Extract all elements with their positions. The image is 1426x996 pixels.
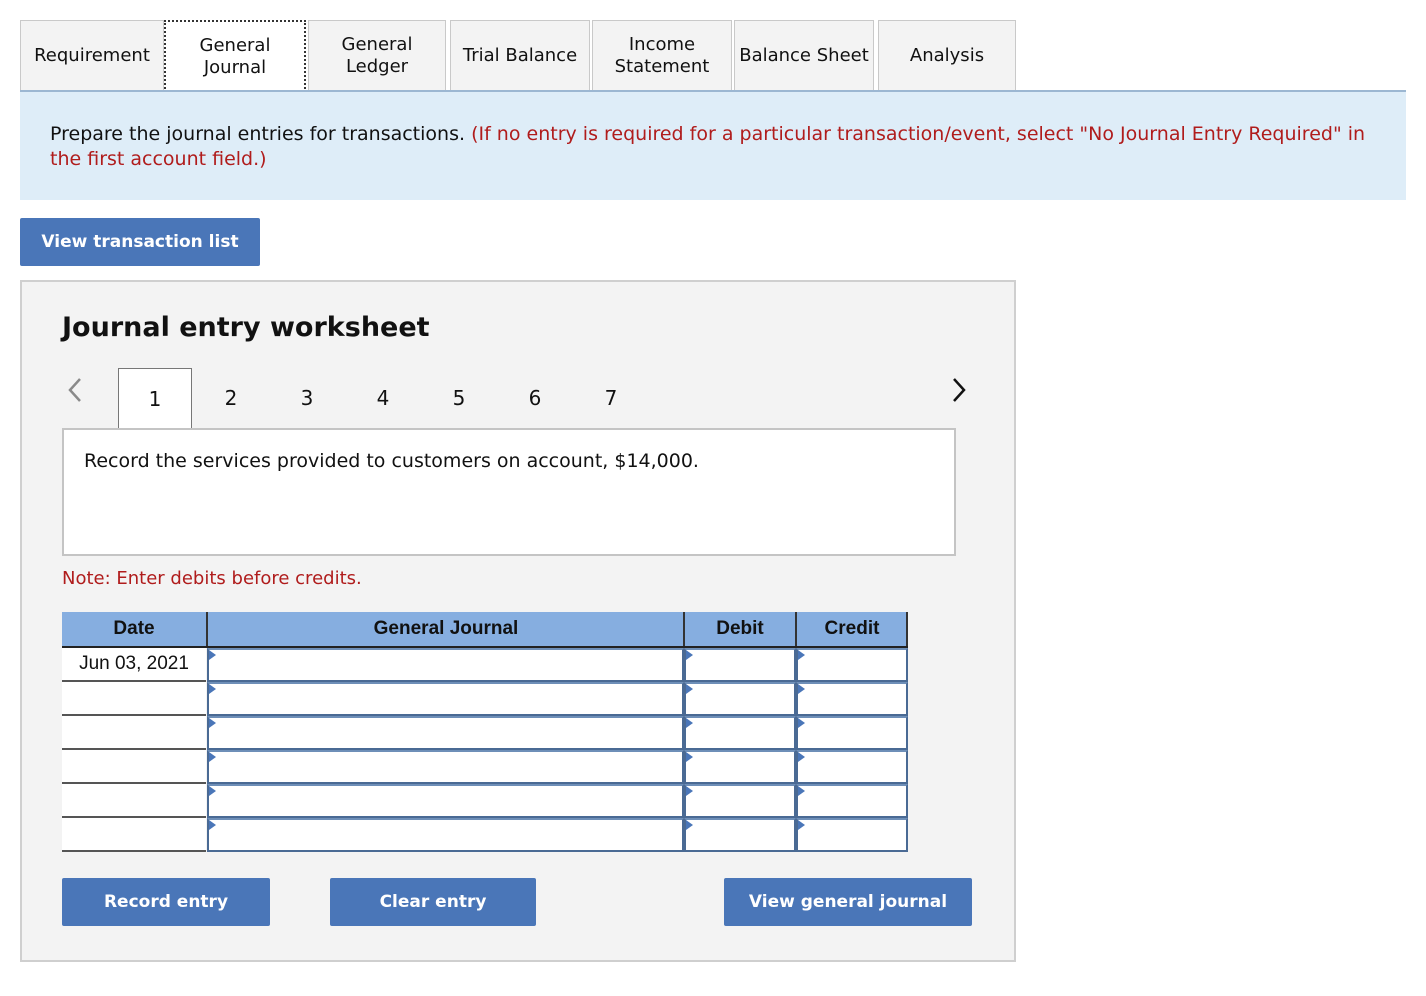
date-cell xyxy=(62,784,206,818)
chevron-left-icon xyxy=(68,378,81,402)
journal-entry-worksheet: Journal entry worksheet 1 2 3 4 5 6 7 Re… xyxy=(20,280,1016,962)
tab-label: Requirement xyxy=(34,44,150,66)
tab-label: Balance Sheet xyxy=(739,44,869,66)
tab-income-statement[interactable]: Income Statement xyxy=(592,20,732,90)
credit-input[interactable] xyxy=(796,784,908,818)
account-input[interactable] xyxy=(207,784,684,818)
page-1[interactable]: 1 xyxy=(118,368,192,428)
debit-input[interactable] xyxy=(684,750,796,784)
account-input[interactable] xyxy=(207,750,684,784)
credit-input[interactable] xyxy=(796,716,908,750)
tab-bar: Requirement General Journal General Ledg… xyxy=(20,20,1406,92)
table-row: Jun 03, 2021 xyxy=(62,648,908,682)
table-row xyxy=(62,818,908,852)
tab-general-ledger[interactable]: General Ledger xyxy=(308,20,446,90)
credit-input[interactable] xyxy=(796,682,908,716)
debit-input[interactable] xyxy=(684,716,796,750)
page-2[interactable]: 2 xyxy=(194,368,268,428)
header-debit: Debit xyxy=(716,618,764,639)
debit-input[interactable] xyxy=(684,818,796,852)
next-page-button[interactable] xyxy=(944,370,974,410)
page-6[interactable]: 6 xyxy=(498,368,572,428)
view-transaction-list-button[interactable]: View transaction list xyxy=(20,218,260,266)
tab-label: Analysis xyxy=(909,44,985,66)
table-row xyxy=(62,784,908,818)
date-cell xyxy=(62,682,206,716)
previous-page-button[interactable] xyxy=(60,370,90,410)
table-header: Date General Journal Debit Credit xyxy=(62,612,908,648)
credit-input[interactable] xyxy=(796,750,908,784)
date-cell xyxy=(62,716,206,750)
transaction-text: Record the services provided to customer… xyxy=(84,450,699,472)
header-general-journal: General Journal xyxy=(373,618,519,639)
instructions-panel: Prepare the journal entries for transact… xyxy=(20,90,1406,200)
debits-note: Note: Enter debits before credits. xyxy=(62,568,362,589)
date-cell: Jun 03, 2021 xyxy=(62,648,206,682)
table-row xyxy=(62,750,908,784)
header-date: Date xyxy=(113,618,155,639)
account-input[interactable] xyxy=(207,648,684,682)
tab-requirement[interactable]: Requirement xyxy=(20,20,164,90)
page-3[interactable]: 3 xyxy=(270,368,344,428)
record-entry-button[interactable]: Record entry xyxy=(62,878,270,926)
tab-trial-balance[interactable]: Trial Balance xyxy=(450,20,590,90)
view-general-journal-button[interactable]: View general journal xyxy=(724,878,972,926)
page-4[interactable]: 4 xyxy=(346,368,420,428)
instructions-text: Prepare the journal entries for transact… xyxy=(50,123,472,145)
account-input[interactable] xyxy=(207,682,684,716)
header-credit: Credit xyxy=(824,618,880,639)
date-cell xyxy=(62,818,206,852)
credit-input[interactable] xyxy=(796,818,908,852)
page-5[interactable]: 5 xyxy=(422,368,496,428)
tab-balance-sheet[interactable]: Balance Sheet xyxy=(734,20,874,90)
clear-entry-button[interactable]: Clear entry xyxy=(330,878,536,926)
worksheet-title: Journal entry worksheet xyxy=(62,312,430,343)
table-row xyxy=(62,716,908,750)
debit-input[interactable] xyxy=(684,648,796,682)
tab-analysis[interactable]: Analysis xyxy=(878,20,1016,90)
tab-label: Trial Balance xyxy=(462,44,578,66)
chevron-right-icon xyxy=(953,378,966,402)
page-7[interactable]: 7 xyxy=(574,368,648,428)
transaction-description: Record the services provided to customer… xyxy=(62,428,956,556)
table-row xyxy=(62,682,908,716)
tab-label: Income Statement xyxy=(614,33,710,77)
debit-input[interactable] xyxy=(684,682,796,716)
date-cell xyxy=(62,750,206,784)
credit-input[interactable] xyxy=(796,648,908,682)
tab-general-journal[interactable]: General Journal xyxy=(164,20,306,92)
debit-input[interactable] xyxy=(684,784,796,818)
account-input[interactable] xyxy=(207,818,684,852)
tab-label: General Ledger xyxy=(341,33,413,77)
journal-table: Date General Journal Debit Credit Jun 03… xyxy=(62,612,908,852)
tab-label: General Journal xyxy=(199,35,271,78)
account-input[interactable] xyxy=(207,716,684,750)
